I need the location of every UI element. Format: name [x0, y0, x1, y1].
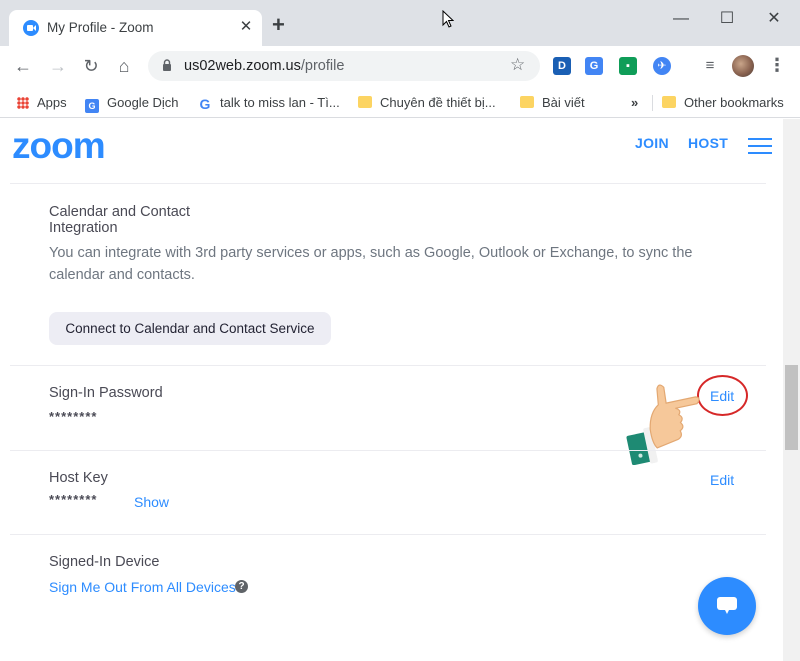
- folder-icon: [358, 96, 372, 108]
- mouse-cursor-icon: [442, 10, 454, 28]
- header-divider: [10, 183, 766, 184]
- host-link[interactable]: HOST: [688, 135, 728, 151]
- profile-avatar[interactable]: [732, 55, 754, 77]
- address-bar[interactable]: us02web.zoom.us/profile ☆: [148, 51, 540, 81]
- bookmarks-overflow-chevron[interactable]: »: [631, 93, 638, 113]
- browser-titlebar: My Profile - Zoom ✕ + — ☐ ✕: [0, 0, 800, 46]
- hamburger-menu-icon[interactable]: [748, 138, 772, 154]
- bookmark-talk-to-miss-lan[interactable]: Gtalk to miss lan - Tì...: [198, 93, 340, 113]
- folder-icon: [520, 96, 534, 108]
- window-close-icon[interactable]: ✕: [762, 9, 786, 29]
- browser-menu-icon[interactable]: ⋮: [768, 55, 786, 76]
- folder-icon: [662, 96, 676, 108]
- url-text: us02web.zoom.us/profile: [184, 58, 345, 74]
- help-question-icon[interactable]: ?: [235, 580, 248, 593]
- section-divider: [10, 365, 766, 366]
- device-section-title: Signed-In Device: [49, 554, 160, 570]
- bookmark-bai-viet[interactable]: Bài viết: [520, 93, 585, 113]
- bookmark-chuyen-de[interactable]: Chuyên đề thiết bị...: [358, 93, 496, 113]
- chat-button[interactable]: [698, 577, 756, 635]
- pointing-hand-icon: [626, 384, 700, 465]
- home-icon[interactable]: ⌂: [113, 55, 135, 77]
- extension-translate-icon[interactable]: G: [585, 57, 603, 75]
- tab-close-icon[interactable]: ✕: [236, 17, 256, 37]
- page-content: zoom JOIN HOST Calendar and Contact Inte…: [0, 119, 800, 661]
- password-masked-value: ********: [49, 409, 98, 424]
- bookmark-google-dich[interactable]: G Google Dịch: [85, 93, 179, 113]
- new-tab-icon[interactable]: +: [272, 14, 285, 36]
- scrollbar-thumb[interactable]: [785, 365, 798, 450]
- extension-d-icon[interactable]: D: [553, 57, 571, 75]
- bookmark-other[interactable]: Other bookmarks: [662, 93, 784, 113]
- extension-classroom-icon[interactable]: ▪: [619, 57, 637, 75]
- calendar-section-title: Calendar and Contact Integration: [49, 204, 191, 236]
- lock-icon: [163, 59, 171, 71]
- minimize-icon[interactable]: —: [669, 9, 693, 29]
- zoom-logo[interactable]: zoom: [12, 126, 106, 166]
- google-g-icon: G: [199, 96, 211, 112]
- connect-calendar-button[interactable]: Connect to Calendar and Contact Service: [49, 312, 331, 345]
- host-key-section-title: Host Key: [49, 470, 108, 486]
- host-key-show-link[interactable]: Show: [134, 494, 169, 510]
- google-translate-icon: G: [85, 99, 99, 113]
- password-edit-link[interactable]: Edit: [710, 388, 734, 404]
- join-link[interactable]: JOIN: [635, 135, 669, 151]
- calendar-description: You can integrate with 3rd party service…: [49, 245, 693, 283]
- browser-toolbar: ← → ↻ ⌂ us02web.zoom.us/profile ☆ D G ▪ …: [0, 46, 800, 87]
- section-divider: [10, 450, 766, 451]
- bookmarks-bar: Apps G Google Dịch Gtalk to miss lan - Tì…: [0, 87, 800, 118]
- chat-bubble-icon: [717, 597, 737, 614]
- apps-grid-icon: [17, 97, 29, 109]
- back-arrow-icon[interactable]: ←: [12, 55, 34, 77]
- media-list-icon[interactable]: ≡: [699, 55, 721, 77]
- page-scrollbar[interactable]: [783, 119, 800, 661]
- host-key-masked-value: ********: [49, 492, 98, 507]
- tab-title: My Profile - Zoom: [47, 20, 154, 35]
- sign-out-all-devices-link[interactable]: Sign Me Out From All Devices: [49, 579, 236, 595]
- host-key-edit-link[interactable]: Edit: [710, 472, 734, 488]
- extension-compass-icon[interactable]: ✈: [653, 57, 671, 75]
- section-divider: [10, 534, 766, 535]
- bookmark-apps[interactable]: Apps: [17, 93, 67, 113]
- forward-arrow-icon[interactable]: →: [47, 55, 69, 77]
- reload-icon[interactable]: ↻: [80, 55, 102, 77]
- bookmark-star-icon[interactable]: ☆: [510, 55, 525, 75]
- maximize-icon[interactable]: ☐: [715, 9, 739, 29]
- password-section-title: Sign-In Password: [49, 385, 163, 401]
- zoom-favicon-icon: [23, 20, 39, 36]
- bookmarks-divider: [652, 95, 653, 111]
- browser-tab[interactable]: My Profile - Zoom ✕: [9, 10, 262, 46]
